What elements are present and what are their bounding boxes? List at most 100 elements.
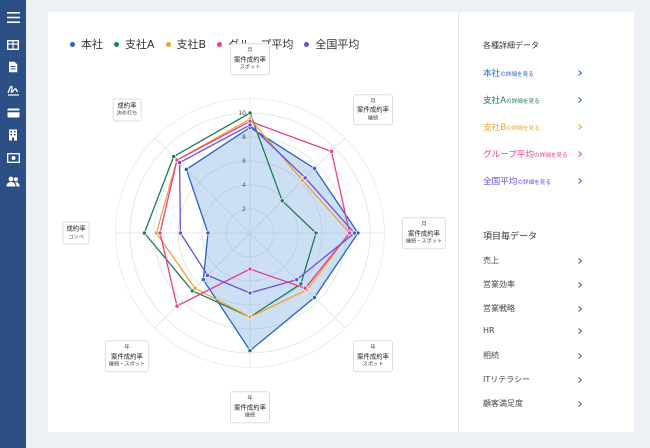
series-point: [329, 149, 334, 154]
series-point: [351, 230, 357, 236]
chevron-right-icon: [578, 305, 583, 312]
axis-period: 月: [370, 98, 376, 105]
item-link-sales-efficiency[interactable]: 営業効率: [483, 279, 583, 290]
axis-subtitle: スポット: [239, 64, 261, 71]
series-point: [171, 154, 177, 160]
radar-chart-svg: 2 4 6 8 10: [115, 98, 385, 368]
detail-link-label: 支社B: [483, 123, 507, 133]
series-point: [347, 230, 353, 236]
series-point: [312, 166, 317, 171]
axis-period: 年: [124, 344, 130, 351]
detail-link-honsha[interactable]: 本社の詳細を見る: [483, 67, 583, 79]
axis-period: 月: [421, 221, 427, 228]
item-label: 営業戦略: [483, 304, 515, 313]
axis-period: 月: [247, 47, 253, 54]
legend-dot: [70, 41, 75, 47]
axis-label: 年案件成約率 継続: [230, 391, 270, 423]
legend-label: 支社A: [125, 38, 155, 51]
chevron-right-icon: [578, 281, 583, 288]
sidebar: [0, 0, 26, 448]
axis-title: 案件成約率: [357, 351, 390, 360]
detail-link-suffix: の詳細を見る: [534, 153, 568, 159]
detail-link-suffix: の詳細を見る: [506, 99, 540, 105]
item-link-customer-satisfaction[interactable]: 顧客満足度: [483, 398, 583, 409]
axis-label: 年案件成約率 継続・スポット: [104, 340, 150, 372]
item-label: 売上: [483, 256, 499, 265]
legend-item[interactable]: 本社: [70, 36, 103, 52]
series-point: [247, 290, 253, 296]
users-icon[interactable]: [3, 172, 23, 190]
item-link-sales[interactable]: 売上: [483, 255, 583, 266]
chevron-right-icon: [578, 327, 583, 334]
axis-period: 年: [370, 344, 376, 351]
legend-item[interactable]: 支社A: [114, 36, 155, 52]
series-point: [247, 266, 253, 272]
axis-subtitle: コンペ: [68, 234, 84, 240]
detail-link-suffix: の詳細を見る: [500, 72, 534, 78]
series-point: [313, 230, 319, 236]
detail-link-national-average[interactable]: 全国平均の詳細を見る: [483, 175, 583, 187]
legend-item[interactable]: 支社B: [165, 36, 207, 52]
item-link-inheritance[interactable]: 相続: [483, 350, 583, 361]
item-link-it-literacy[interactable]: ITリテラシー: [483, 374, 583, 385]
axis-title: 案件成約率: [234, 54, 266, 63]
legend-label: 全国平均: [315, 38, 360, 51]
tick-label: 6: [242, 158, 246, 165]
detail-link-group-average[interactable]: グループ平均の詳細を見る: [483, 148, 583, 160]
item-label: ITリテラシー: [483, 375, 531, 384]
signature-icon[interactable]: [3, 81, 23, 99]
chevron-right-icon: [578, 376, 583, 383]
detail-link-shisha-b[interactable]: 支社Bの詳細を見る: [483, 121, 583, 133]
detail-link-label: 本社: [483, 69, 501, 79]
legend-item[interactable]: 全国平均: [304, 36, 359, 52]
menu-icon[interactable]: [3, 8, 23, 26]
item-link-hr[interactable]: HR: [483, 326, 583, 335]
axis-subtitle: スポット: [362, 361, 384, 368]
series-point: [247, 348, 253, 354]
document-icon[interactable]: [3, 58, 23, 76]
series-point: [312, 295, 317, 300]
series-point: [247, 314, 253, 320]
axis-label: 月案件成約率 スポット: [230, 43, 270, 75]
money-icon[interactable]: [3, 149, 23, 167]
axis-subtitle: 継続・スポット: [108, 361, 146, 368]
table-icon[interactable]: [3, 36, 23, 54]
detail-panel-title: 各種詳細データ: [483, 41, 539, 50]
chevron-right-icon: [578, 124, 583, 130]
series-point: [157, 230, 163, 236]
series-point: [247, 122, 253, 128]
axis-label: 成約率 コンペ: [62, 221, 90, 245]
axis-subtitle: 継続: [367, 115, 379, 122]
legend-label: 支社B: [176, 38, 207, 51]
building-icon[interactable]: [3, 126, 23, 144]
legend-label: 本社: [81, 38, 103, 51]
axis-title: 案件成約率: [408, 228, 440, 237]
chevron-right-icon: [578, 70, 583, 76]
axis-subtitle: 決め打ち: [116, 110, 138, 117]
chevron-right-icon: [578, 400, 583, 407]
series-point: [294, 277, 300, 283]
chevron-right-icon: [578, 97, 583, 103]
series-point: [174, 303, 180, 309]
card-icon[interactable]: [3, 104, 23, 122]
item-label: 営業効率: [483, 280, 515, 289]
tick-label: 2: [242, 206, 246, 213]
axis-label: 月案件成約率 継続: [353, 94, 394, 126]
item-link-sales-strategy[interactable]: 営業戦略: [483, 303, 583, 314]
series-point: [302, 175, 308, 181]
legend-dot: [217, 41, 223, 47]
axis-subtitle: 継続・スポット: [405, 238, 443, 245]
series-point: [141, 230, 147, 236]
tick-label: 8: [242, 134, 246, 141]
series-point: [205, 230, 211, 236]
legend-dot: [114, 41, 119, 47]
axis-title: 成約率: [66, 224, 86, 233]
series-point: [247, 110, 253, 116]
axis-label: 月案件成約率 継続・スポット: [401, 217, 447, 249]
detail-link-label: グループ平均: [483, 150, 535, 160]
detail-link-suffix: の詳細を見る: [506, 126, 540, 132]
detail-link-shisha-a[interactable]: 支社Aの詳細を見る: [483, 94, 583, 106]
series-point: [205, 272, 211, 278]
axis-title: 案件成約率: [234, 402, 266, 411]
axis-title: 成約率: [117, 101, 137, 110]
